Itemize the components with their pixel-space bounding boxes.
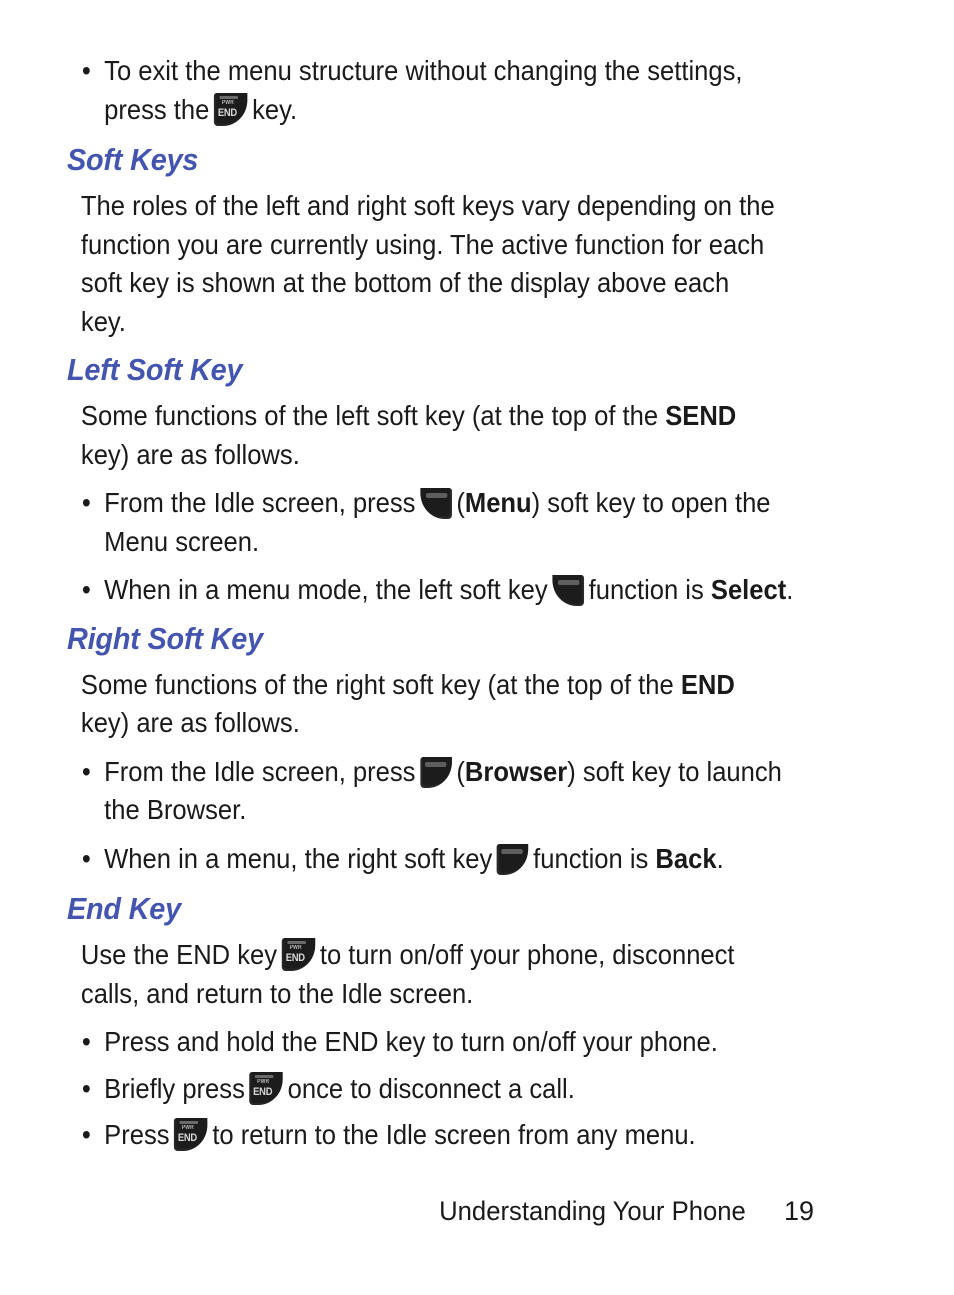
bullet-dot: • [81,1119,91,1150]
para-part1: Some functions of the left soft key (at … [80,400,666,431]
bullet-text-after: . [716,842,724,874]
list-item: • To exit the menu structure without chan… [0,52,837,129]
end-key-icon: PWR END [174,1118,208,1151]
page-content: • To exit the menu structure without chan… [0,52,954,1155]
page-footer: Understanding Your Phone 19 [0,1194,954,1228]
bullet-text-after: . [786,574,794,605]
paragraph-left-soft-key: Some functions of the left soft key (at … [0,397,818,474]
para-part1: Some functions of the right soft key (at… [80,668,681,700]
bullet-text-after: to return to the Idle screen from any me… [212,1119,696,1150]
bullet-text: Press and hold the END key to turn on/of… [104,1026,718,1057]
bullet-bold-back: Back [655,842,717,874]
bullet-dot: • [81,842,91,874]
end-key-stripe [179,1121,199,1124]
intro-bullet-text-before: To exit the menu structure without chang… [104,55,743,125]
para-part1: Use the END key [80,939,278,970]
end-key-end-label: END [178,1132,198,1144]
right-soft-key-icon [496,843,529,875]
list-item: • Briefly press PWR END once to disconnect a… [0,1070,837,1109]
end-key-end-label: END [217,106,238,119]
end-key-stripe [219,95,239,99]
bullet-text-before: When in a menu mode, the left soft key [104,574,548,605]
intro-bullet-text-after: key. [252,93,298,125]
end-key-stripe [287,941,306,944]
end-key-pwr-label: PWR [182,1125,195,1131]
end-key-icon: PWR END [281,938,316,971]
bullet-bold-menu: Menu [464,487,532,518]
bullet-bold-browser: Browser [464,755,568,787]
para-part2: key) are as follows. [80,707,300,738]
end-key-pwr-label: PWR [221,99,235,106]
end-key-icon: PWR END [214,92,248,126]
bullet-text-before: Press [104,1119,170,1150]
bullet-text-before: From the Idle screen, press [104,487,416,518]
list-item: • From the Idle screen, press (Menu) soft … [0,484,837,561]
footer-chapter-title: Understanding Your Phone [439,1196,746,1226]
end-key-pwr-label: PWR [289,945,302,951]
list-item: • From the Idle screen, press (Browser) so… [0,753,837,830]
bullet-dot: • [81,574,91,605]
bullet-dot: • [81,487,91,518]
list-item: • When in a menu mode, the left soft key f… [0,571,837,610]
heading-end-key: End Key [66,891,182,926]
bullet-dot: • [81,755,91,787]
right-soft-key-icon [420,756,452,788]
left-soft-key-icon [552,575,584,606]
bullet-bold-select: Select [710,574,787,605]
para-bold-end: END [680,668,735,700]
left-soft-key-icon [420,488,452,519]
end-key-end-label: END [253,1085,273,1098]
bullet-text-after: once to disconnect a call. [287,1072,575,1104]
bullet-paren-open: ( [456,755,465,787]
para-part2: key) are as follows. [80,438,300,470]
heading-right-soft-key: Right Soft Key [66,620,263,656]
heading-left-soft-key: Left Soft Key [66,352,243,387]
bullet-text-before: From the Idle screen, press [104,755,416,787]
list-item: • Press PWR END to return to the Idle screen… [0,1116,837,1155]
end-key-pwr-label: PWR [257,1078,270,1085]
footer-page-number: 19 [783,1196,814,1226]
bullet-text-before: When in a menu, the right soft key [104,842,493,874]
paragraph-soft-keys: The roles of the left and right soft key… [80,190,775,337]
bullet-dot: • [81,1026,91,1057]
end-key-end-label: END [285,952,305,964]
heading-soft-keys: Soft Keys [66,142,199,177]
bullet-paren-open: ( [456,487,465,518]
manual-page: • To exit the menu structure without chan… [0,0,954,1295]
bullet-dot: • [81,1072,91,1104]
bullet-dot: • [81,55,91,86]
paragraph-right-soft-key: Some functions of the right soft key (at… [0,666,818,743]
end-key-icon: PWR END [249,1071,283,1105]
bullet-text-mid: function is [533,842,649,874]
bullet-text-mid: function is [588,574,704,605]
para-bold-send: SEND [665,400,737,431]
bullet-text-before: Briefly press [104,1072,245,1104]
list-item: • When in a menu, the right soft key funct… [0,840,837,879]
list-item: • Press and hold the END key to turn on/o… [0,1023,837,1062]
end-key-stripe [255,1074,274,1078]
paragraph-end-key: Use the END key PWR END to turn on/off your… [0,936,818,1013]
